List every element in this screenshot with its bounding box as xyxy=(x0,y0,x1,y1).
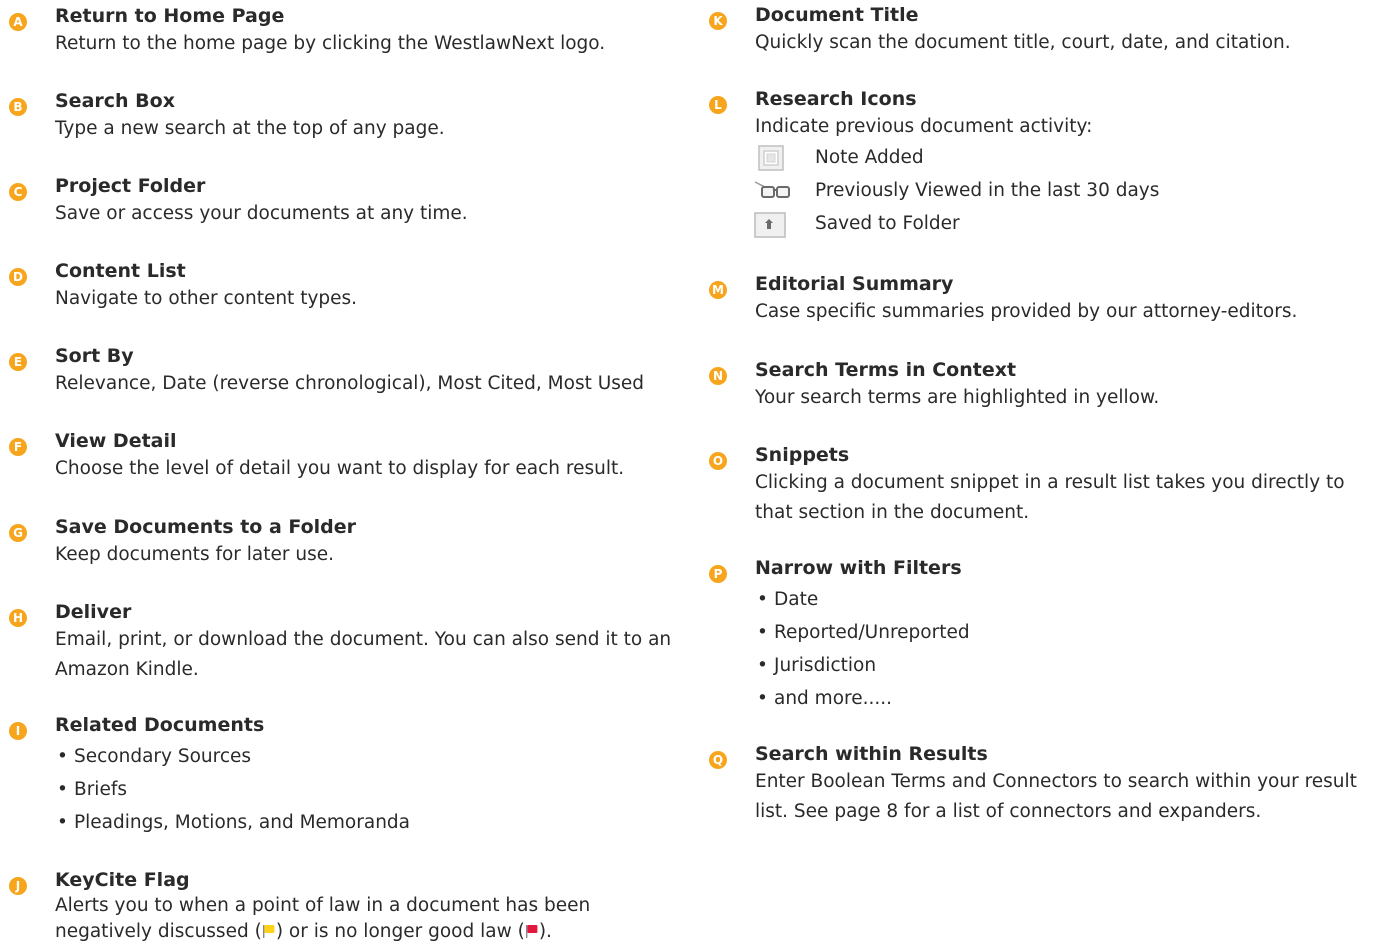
badge-b: B xyxy=(9,98,27,116)
icon-row-note-added: Note Added xyxy=(753,141,1159,174)
entry-title: KeyCite Flag xyxy=(55,869,190,891)
badge-i: I xyxy=(9,722,27,740)
entry-title: Research Icons xyxy=(755,88,917,110)
entry-description: Choose the level of detail you want to d… xyxy=(55,458,625,479)
icon-label: Note Added xyxy=(815,147,924,168)
note-added-icon xyxy=(753,143,793,173)
entry-title: Search Terms in Context xyxy=(755,359,1017,381)
entry-title: Save Documents to a Folder xyxy=(55,516,357,538)
badge-j: J xyxy=(9,877,27,895)
entry-description: Type a new search at the top of any page… xyxy=(55,118,445,139)
icon-label: Saved to Folder xyxy=(815,213,960,234)
entry-description: Indicate previous document activity: xyxy=(755,116,1093,137)
list-item: Date xyxy=(755,583,1373,616)
list-item: Reported/Unreported xyxy=(755,616,1373,649)
list-item: Secondary Sources xyxy=(55,740,679,773)
entry-title: Snippets xyxy=(755,444,850,466)
badge-m: M xyxy=(709,281,727,299)
related-documents-list: Secondary Sources Briefs Pleadings, Moti… xyxy=(55,740,679,839)
saved-to-folder-icon xyxy=(753,209,793,239)
badge-q: Q xyxy=(709,751,727,769)
entry-title: Document Title xyxy=(755,4,919,26)
badge-d: D xyxy=(9,268,27,286)
entry-title: Related Documents xyxy=(55,714,265,736)
entry-description: Return to the home page by clicking the … xyxy=(55,33,606,54)
badge-h: H xyxy=(9,609,27,627)
entry-description: Save or access your documents at any tim… xyxy=(55,203,468,224)
entry-description: Clicking a document snippet in a result … xyxy=(755,472,1345,523)
previously-viewed-icon xyxy=(753,176,793,206)
entry-description: Navigate to other content types. xyxy=(55,288,358,309)
research-icons-list: Note Added Previously Viewed in the last… xyxy=(753,141,1159,240)
icon-label: Previously Viewed in the last 30 days xyxy=(815,180,1160,201)
list-item: and more..... xyxy=(755,682,1373,715)
entry-title: Search Box xyxy=(55,90,175,112)
entry-title: Editorial Summary xyxy=(755,273,954,295)
entry-title: Sort By xyxy=(55,345,134,367)
list-item: Briefs xyxy=(55,773,679,806)
entry-description: Alerts you to when a point of law in a d… xyxy=(55,895,591,942)
badge-p: P xyxy=(709,565,727,583)
badge-g: G xyxy=(9,524,27,542)
entry-title: Search within Results xyxy=(755,743,988,765)
entry-title: Narrow with Filters xyxy=(755,557,962,579)
icon-row-previously-viewed: Previously Viewed in the last 30 days xyxy=(753,174,1159,207)
entry-title: Return to Home Page xyxy=(55,5,285,27)
entry-description: Email, print, or download the document. … xyxy=(55,629,672,680)
badge-c: C xyxy=(9,183,27,201)
red-flag-icon xyxy=(525,921,539,938)
entry-description: Your search terms are highlighted in yel… xyxy=(755,387,1160,408)
entry-description: Keep documents for later use. xyxy=(55,544,334,565)
entry-title: View Detail xyxy=(55,430,177,452)
entry-title: Deliver xyxy=(55,601,132,623)
badge-l: L xyxy=(709,96,727,114)
entry-description: Quickly scan the document title, court, … xyxy=(755,32,1291,53)
entry-title: Content List xyxy=(55,260,186,282)
icon-row-saved-to-folder: Saved to Folder xyxy=(753,207,1159,240)
entry-description: Relevance, Date (reverse chronological),… xyxy=(55,373,645,394)
badge-a: A xyxy=(9,13,27,31)
entry-description: Enter Boolean Terms and Connectors to se… xyxy=(755,771,1357,822)
badge-k: K xyxy=(709,12,727,30)
badge-f: F xyxy=(9,438,27,456)
entry-description: Case specific summaries provided by our … xyxy=(755,301,1298,322)
list-item: Pleadings, Motions, and Memoranda xyxy=(55,806,679,839)
yellow-flag-icon xyxy=(262,921,276,938)
badge-o: O xyxy=(709,452,727,470)
entry-title: Project Folder xyxy=(55,175,206,197)
badge-n: N xyxy=(709,367,727,385)
badge-e: E xyxy=(9,353,27,371)
filters-list: Date Reported/Unreported Jurisdiction an… xyxy=(755,583,1373,715)
list-item: Jurisdiction xyxy=(755,649,1373,682)
